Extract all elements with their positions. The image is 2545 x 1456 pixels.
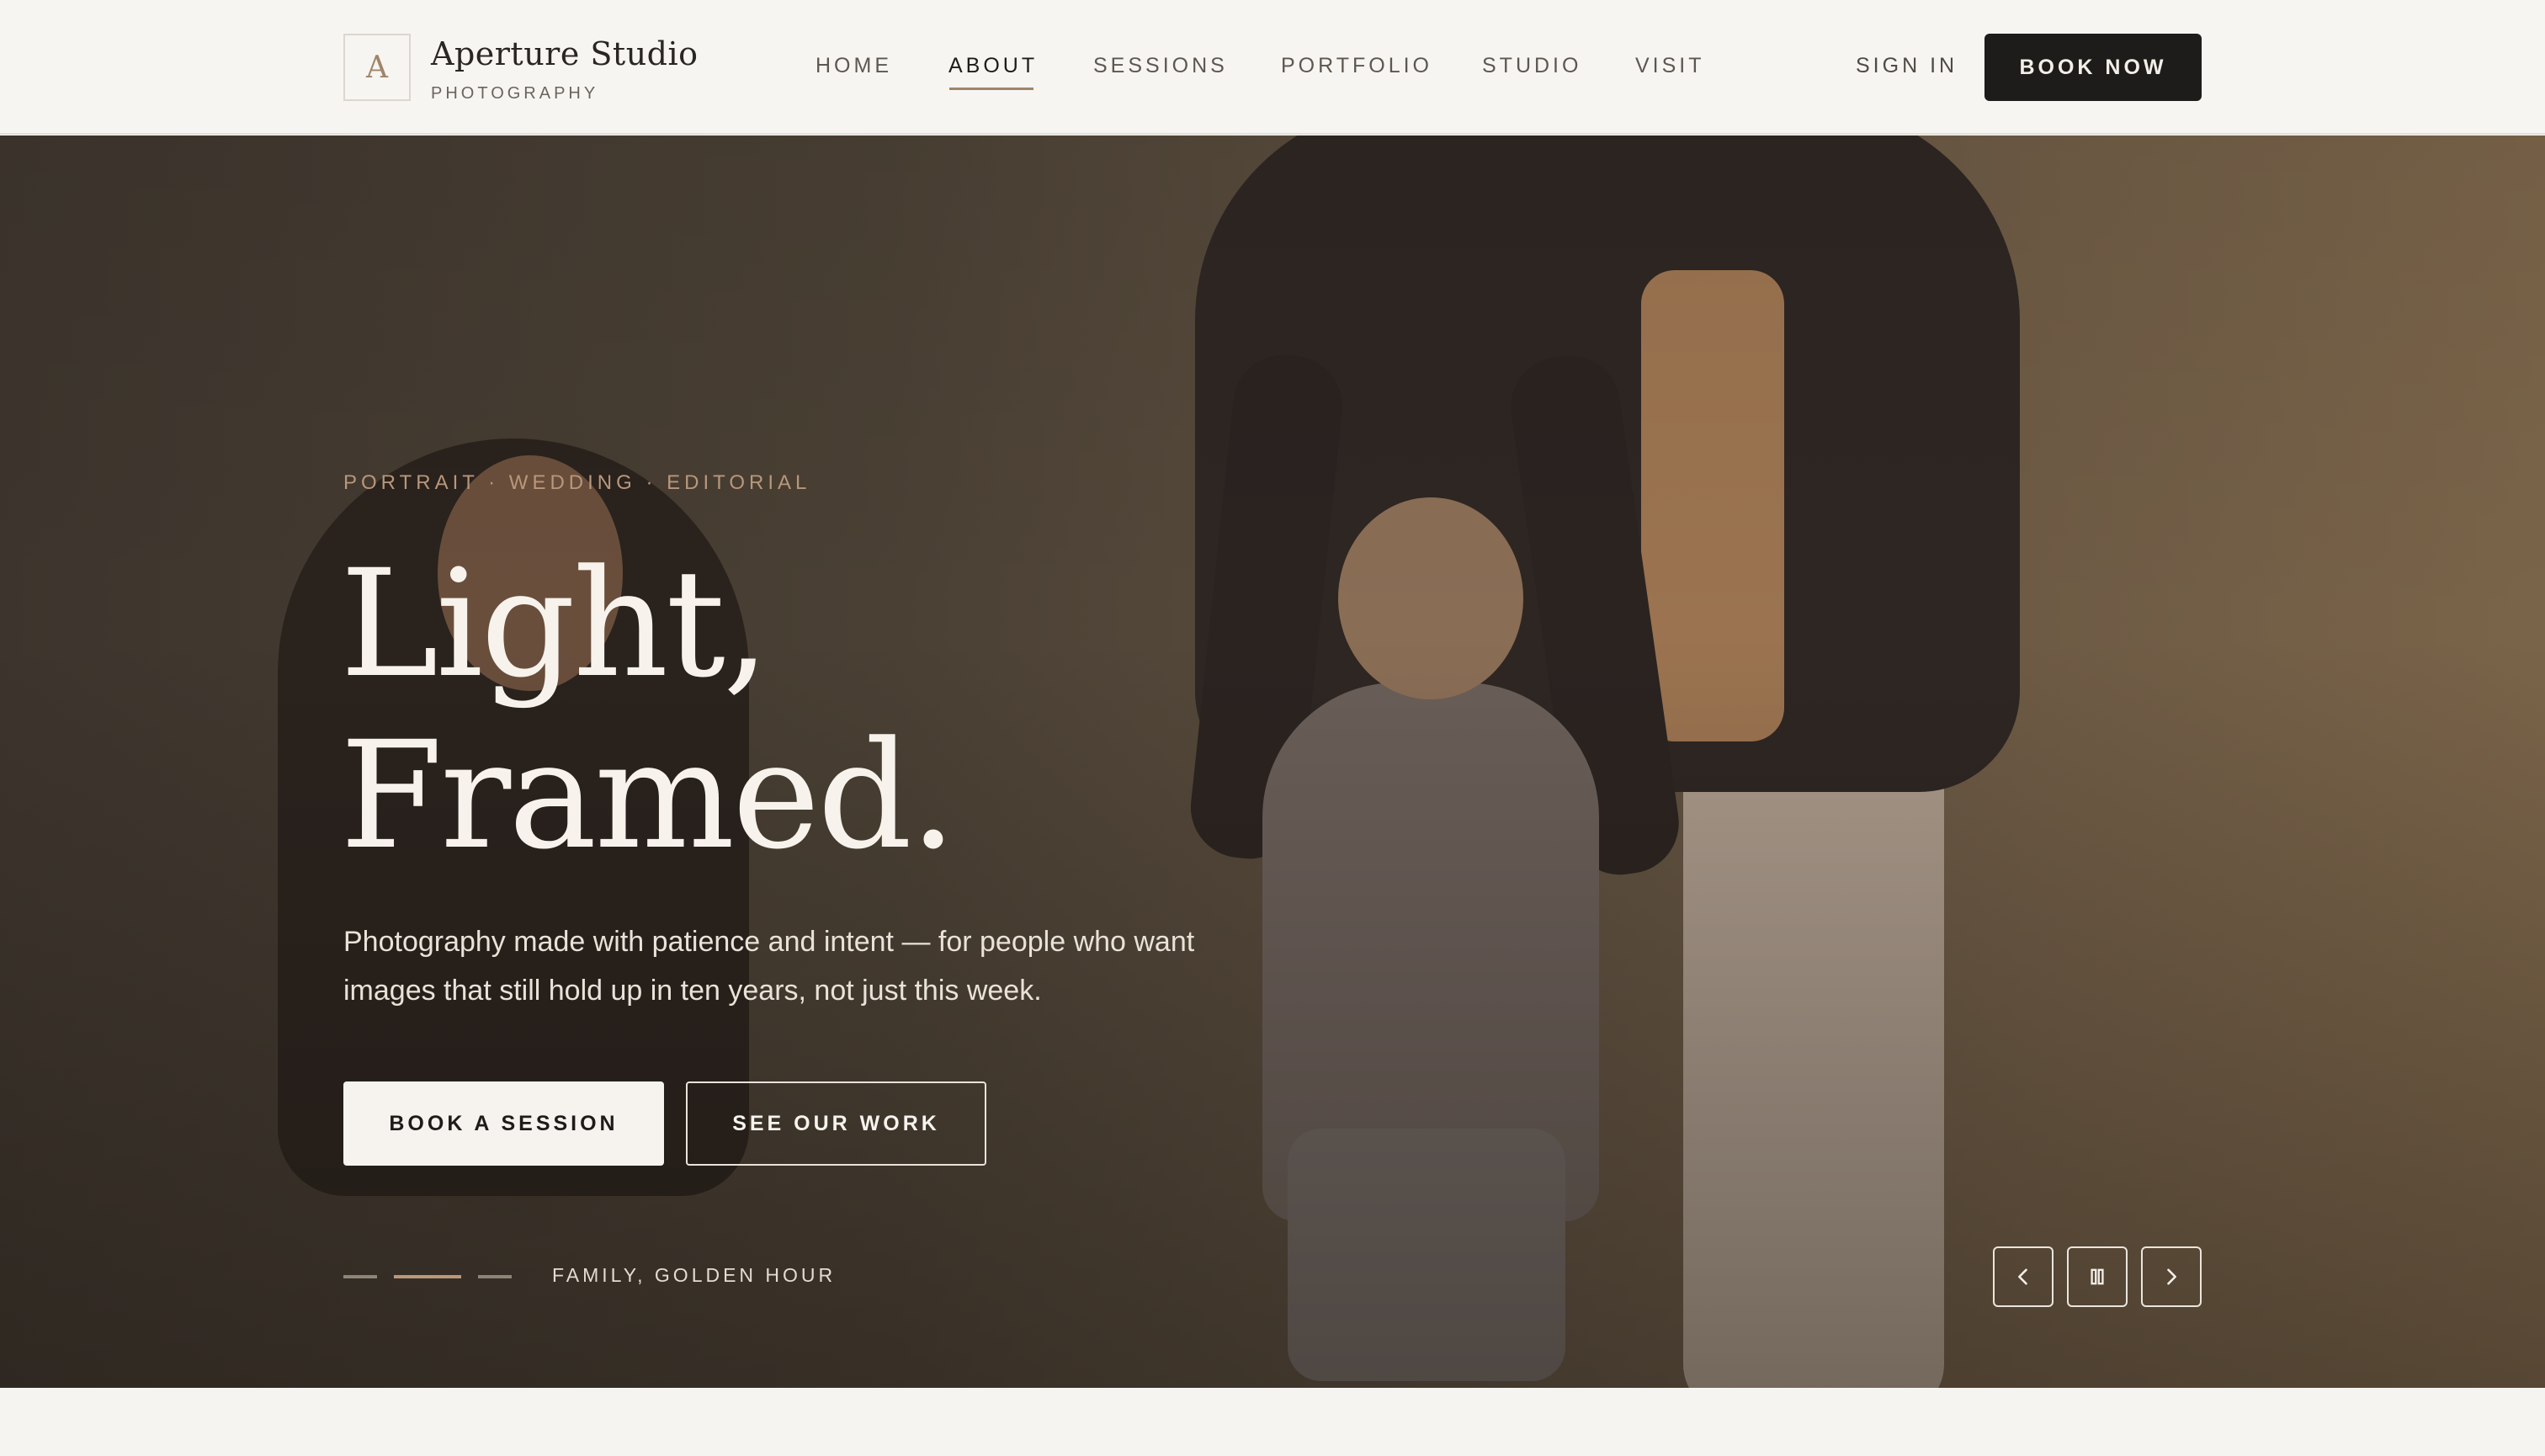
- site-header: A Aperture Studio PHOTOGRAPHY HOME ABOUT…: [0, 0, 2545, 135]
- next-slide-button[interactable]: [2141, 1246, 2202, 1307]
- previous-slide-button[interactable]: [1993, 1246, 2054, 1307]
- nav-item-studio[interactable]: STUDIO: [1482, 54, 1581, 78]
- slide-indicator-1[interactable]: [343, 1275, 377, 1278]
- nav-item-portfolio[interactable]: PORTFOLIO: [1281, 54, 1432, 78]
- nav-item-sessions[interactable]: SESSIONS: [1093, 54, 1228, 78]
- active-nav-indicator: [949, 88, 1033, 90]
- slide-caption: FAMILY, GOLDEN HOUR: [552, 1264, 837, 1286]
- slide-indicator-3[interactable]: [478, 1275, 512, 1278]
- nav-item-visit[interactable]: VISIT: [1635, 54, 1705, 78]
- hero-eyebrow: PORTRAIT · WEDDING · EDITORIAL: [343, 471, 811, 494]
- brand-monogram[interactable]: A: [343, 34, 411, 101]
- hero-headline-line-2: Framed.: [340, 709, 957, 882]
- brand-tagline: PHOTOGRAPHY: [431, 84, 599, 103]
- slide-indicator-2-active[interactable]: [394, 1275, 461, 1278]
- pause-icon: [2091, 1268, 2104, 1285]
- hero-headline: Light, Framed.: [340, 538, 957, 882]
- pause-slideshow-button[interactable]: [2067, 1246, 2128, 1307]
- next-section: [0, 1388, 2545, 1456]
- hero-description: Photography made with patience and inten…: [343, 926, 1195, 1007]
- book-session-button[interactable]: BOOK A SESSION: [343, 1081, 664, 1166]
- nav-item-about[interactable]: ABOUT: [948, 54, 1038, 78]
- sign-in-link[interactable]: SIGN IN: [1856, 54, 1958, 78]
- see-our-work-button[interactable]: SEE OUR WORK: [686, 1081, 986, 1166]
- chevron-left-icon: [2018, 1268, 2027, 1285]
- hero-headline-line-1: Light,: [340, 538, 770, 710]
- book-now-button[interactable]: BOOK NOW: [1984, 34, 2202, 101]
- nav-item-home[interactable]: HOME: [816, 54, 892, 78]
- brand-name[interactable]: Aperture Studio: [431, 35, 699, 72]
- chevron-right-icon: [2167, 1268, 2176, 1285]
